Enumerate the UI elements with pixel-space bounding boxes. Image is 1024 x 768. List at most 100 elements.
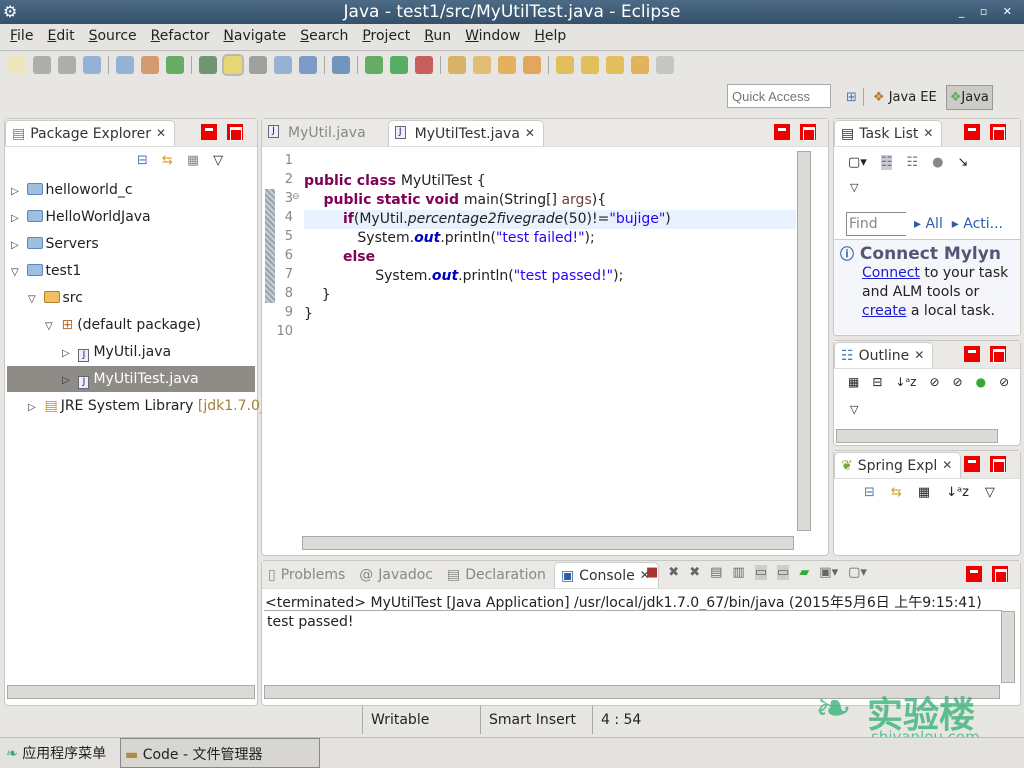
menu-navigate[interactable]: Navigate: [223, 24, 286, 49]
open-folder-icon[interactable]: [473, 55, 491, 74]
maximize-button[interactable]: [990, 124, 1006, 141]
collapsed-arrow-icon[interactable]: ▷: [11, 206, 23, 232]
filter-icon[interactable]: ▦: [187, 153, 199, 168]
close-icon[interactable]: ✕: [914, 348, 924, 362]
view-menu-icon[interactable]: ▽: [850, 403, 858, 416]
menu-search[interactable]: Search: [300, 24, 348, 49]
collapse-all-icon[interactable]: ⊟: [864, 485, 875, 500]
minimize-button[interactable]: [964, 346, 980, 362]
new-groovy-icon[interactable]: [166, 55, 184, 74]
scroll-lock-icon[interactable]: ▥: [732, 565, 744, 580]
tab-javadoc[interactable]: @ Javadoc: [353, 562, 441, 588]
open-type-icon[interactable]: [199, 55, 217, 74]
debug-icon[interactable]: [365, 55, 383, 74]
remove-launch-icon[interactable]: ✖: [668, 565, 679, 580]
search-icon[interactable]: [498, 55, 516, 74]
menu-file[interactable]: File: [10, 24, 33, 49]
menu-edit[interactable]: Edit: [47, 24, 74, 49]
vertical-scrollbar[interactable]: [1001, 611, 1015, 683]
app-menu-icon[interactable]: ⚙: [3, 0, 17, 24]
taskbar-window-file-manager[interactable]: ▬ Code - 文件管理器: [120, 738, 320, 768]
connect-link[interactable]: Connect: [862, 265, 920, 281]
menu-source[interactable]: Source: [89, 24, 137, 49]
close-icon[interactable]: ✕: [156, 126, 166, 140]
tree-item[interactable]: ▷ J MyUtil.java: [7, 339, 255, 365]
collapsed-arrow-icon[interactable]: ▷: [11, 179, 23, 205]
run-external-icon[interactable]: [415, 55, 433, 74]
pilcrow-icon[interactable]: [299, 55, 317, 74]
collapsed-arrow-icon[interactable]: ▷: [62, 341, 74, 367]
hide-nonpublic-icon[interactable]: ●: [976, 375, 986, 389]
fold-collapse-icon[interactable]: ⊖: [292, 192, 300, 202]
tree-item[interactable]: ▷ ▤ JRE System Library [jdk1.7.0_67]: [7, 393, 290, 419]
horizontal-scrollbar[interactable]: [836, 429, 998, 443]
terminate-icon[interactable]: ■: [646, 565, 658, 580]
menu-help[interactable]: Help: [534, 24, 566, 49]
tab-outline[interactable]: ☷ Outline ✕: [834, 342, 934, 368]
apps-menu-button[interactable]: ❧ 应用程序菜单: [6, 743, 106, 763]
pin-console-icon[interactable]: ▰: [799, 565, 809, 580]
binary-icon[interactable]: [116, 55, 134, 74]
filter-icon[interactable]: ▦: [918, 485, 930, 500]
menu-window[interactable]: Window: [465, 24, 520, 49]
open-console-icon[interactable]: ▢▾: [848, 565, 867, 580]
save-all-icon[interactable]: [58, 55, 76, 74]
tab-myutil-java[interactable]: J MyUtil.java: [262, 120, 374, 146]
next-annotation-icon[interactable]: [556, 55, 574, 74]
window-controls[interactable]: _ ▫ ✕: [959, 0, 1018, 24]
menu-run[interactable]: Run: [424, 24, 451, 49]
create-link[interactable]: create: [862, 303, 906, 319]
vertical-scrollbar[interactable]: [797, 151, 811, 531]
expanded-arrow-icon[interactable]: ▽: [28, 287, 40, 313]
tree-item[interactable]: ▽ src: [7, 285, 255, 311]
display-console-icon[interactable]: ▣▾: [819, 565, 838, 580]
tab-declaration[interactable]: ▤ Declaration: [441, 562, 554, 588]
maximize-button[interactable]: [990, 346, 1006, 363]
prev-annotation-icon[interactable]: [581, 55, 599, 74]
print-icon[interactable]: [83, 55, 101, 74]
minimize-button[interactable]: [774, 124, 790, 140]
tab-task-list[interactable]: ▤ Task List ✕: [834, 120, 943, 146]
tree-item[interactable]: ▽ ⊞ (default package): [7, 312, 255, 338]
open-project-icon[interactable]: [448, 55, 466, 74]
close-icon[interactable]: ✕: [923, 126, 933, 140]
last-edit-icon[interactable]: [606, 55, 624, 74]
perspective-java[interactable]: ❖Java: [945, 84, 993, 110]
tab-myutiltest-java[interactable]: J MyUtilTest.java ✕: [387, 120, 544, 146]
hide-static-icon[interactable]: ⊘: [953, 375, 963, 389]
forward-icon[interactable]: [656, 55, 674, 74]
focus-icon[interactable]: ▦: [848, 375, 859, 389]
minimize-button[interactable]: [201, 124, 217, 140]
link-with-editor-icon[interactable]: ⇆: [162, 153, 173, 168]
tree-item[interactable]: ▷ HelloWorldJava: [7, 204, 255, 230]
new-java-class-icon[interactable]: [141, 55, 159, 74]
task-find-input[interactable]: Find: [846, 212, 906, 236]
maximize-button[interactable]: [227, 124, 243, 141]
clear-console-icon[interactable]: ▤: [710, 565, 722, 580]
tab-problems[interactable]: ▯ Problems: [262, 562, 353, 588]
expanded-arrow-icon[interactable]: ▽: [11, 260, 23, 286]
open-perspective-icon[interactable]: ⊞: [846, 90, 857, 105]
tab-spring-explorer[interactable]: ❦ Spring Expl ✕: [834, 452, 962, 478]
horizontal-scrollbar[interactable]: [302, 536, 794, 550]
tab-package-explorer[interactable]: ▤ Package Explorer ✕: [5, 120, 176, 146]
maximize-button[interactable]: [992, 566, 1008, 583]
skip-breakpoints-icon[interactable]: [332, 55, 350, 74]
remove-all-icon[interactable]: ✖: [689, 565, 700, 580]
mark-occurrences-icon[interactable]: [222, 53, 244, 76]
close-icon[interactable]: ✕: [942, 458, 952, 472]
filter-icon[interactable]: ●: [932, 155, 943, 170]
tree-item[interactable]: ▷ Servers: [7, 231, 255, 257]
maximize-button[interactable]: [800, 124, 816, 141]
filter-all[interactable]: All: [925, 216, 942, 232]
menu-project[interactable]: Project: [362, 24, 410, 49]
collapsed-arrow-icon[interactable]: ▷: [62, 368, 74, 394]
close-icon[interactable]: ✕: [525, 126, 535, 140]
tree-item[interactable]: ▷ helloworld_c: [7, 177, 255, 203]
run-icon[interactable]: [390, 55, 408, 74]
show-whitespace-icon[interactable]: [274, 55, 292, 74]
minimize-button[interactable]: [964, 456, 980, 472]
tree-item[interactable]: ▽ test1: [7, 258, 255, 284]
quick-access-input[interactable]: [727, 84, 831, 108]
categorized-icon[interactable]: ☷: [880, 155, 893, 170]
